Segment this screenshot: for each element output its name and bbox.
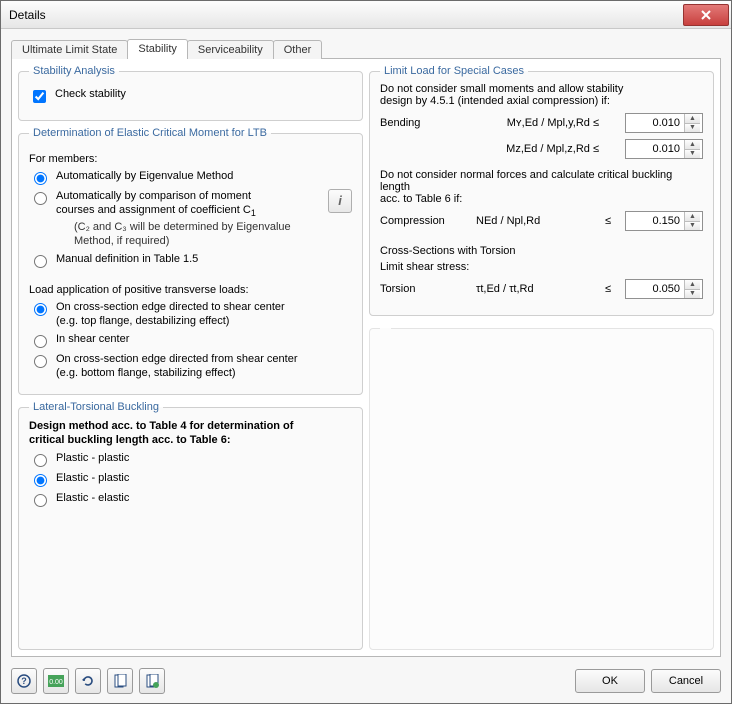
radio-elastic-plastic[interactable]: [34, 474, 47, 487]
limit-note-bending: Do not consider small moments and allow …: [380, 83, 703, 107]
leq-label: ≤: [605, 283, 619, 295]
torsion-label: Torsion: [380, 283, 470, 295]
group-legend: Limit Load for Special Cases: [380, 65, 528, 77]
radio-auto-comparison[interactable]: [34, 192, 47, 205]
tab-ultimate-limit-state[interactable]: Ultimate Limit State: [11, 40, 128, 59]
torsion-value[interactable]: [626, 280, 684, 298]
tab-other[interactable]: Other: [273, 40, 323, 59]
check-stability-checkbox[interactable]: [33, 90, 46, 103]
radio-auto-eigenvalue-label[interactable]: Automatically by Eigenvalue Method: [56, 169, 233, 183]
tab-strip: Ultimate Limit State Stability Serviceab…: [11, 37, 721, 59]
bending-y-value[interactable]: [626, 114, 684, 132]
group-legend: Determination of Elastic Critical Moment…: [29, 127, 271, 139]
spin-up[interactable]: ▲: [685, 114, 700, 124]
info-icon: i: [338, 194, 342, 208]
load-application-label: Load application of positive transverse …: [29, 284, 352, 296]
radio-in-shear-center-label[interactable]: In shear center: [56, 332, 129, 346]
close-button[interactable]: [683, 4, 729, 26]
radio-edge-to-shear-center-label[interactable]: On cross-section edge directed to shear …: [56, 300, 285, 328]
radio-in-shear-center[interactable]: [34, 335, 47, 348]
tab-page-stability: Stability Analysis Check stability Deter…: [11, 59, 721, 657]
group-stability-analysis: Stability Analysis Check stability: [18, 65, 363, 121]
radio-plastic-plastic-label[interactable]: Plastic - plastic: [56, 451, 129, 465]
ok-button[interactable]: OK: [575, 669, 645, 693]
bending-y-spinner[interactable]: ▲▼: [625, 113, 703, 133]
document-icon: [113, 674, 127, 688]
reset-button[interactable]: [75, 668, 101, 694]
radio-elastic-elastic-label[interactable]: Elastic - elastic: [56, 491, 129, 505]
leq-label: ≤: [605, 215, 619, 227]
group-limit-load: Limit Load for Special Cases Do not cons…: [369, 65, 714, 316]
radio-plastic-plastic[interactable]: [34, 454, 47, 467]
torsion-note: Limit shear stress:: [380, 261, 703, 273]
spin-down[interactable]: ▼: [685, 124, 700, 133]
bending-ratio-y-label: Mʏ,Ed / Mpl,y,Rd ≤: [476, 117, 599, 129]
bending-label: Bending: [380, 117, 470, 129]
window-title: Details: [9, 8, 46, 22]
compression-value[interactable]: [626, 212, 684, 230]
spin-down[interactable]: ▼: [685, 290, 700, 299]
info-button[interactable]: i: [328, 189, 352, 213]
right-column: Limit Load for Special Cases Do not cons…: [369, 65, 714, 650]
svg-text:?: ?: [21, 676, 27, 686]
radio-elastic-elastic[interactable]: [34, 494, 47, 507]
tab-serviceability[interactable]: Serviceability: [187, 40, 274, 59]
spin-up[interactable]: ▲: [685, 140, 700, 150]
group-lateral-torsional-buckling: Lateral-Torsional Buckling Design method…: [18, 401, 363, 650]
left-column: Stability Analysis Check stability Deter…: [18, 65, 363, 650]
tab-stability[interactable]: Stability: [127, 39, 188, 59]
title-bar: Details: [1, 1, 731, 29]
group-empty-placeholder: .: [369, 322, 714, 650]
design-method-header: Design method acc. to Table 4 for determ…: [29, 419, 352, 447]
for-members-label: For members:: [29, 153, 352, 165]
standard-1-button[interactable]: [107, 668, 133, 694]
help-icon: ?: [17, 674, 31, 688]
help-button[interactable]: ?: [11, 668, 37, 694]
group-elastic-critical-moment: Determination of Elastic Critical Moment…: [18, 127, 363, 395]
radio-manual-definition[interactable]: [34, 255, 47, 268]
radio-auto-eigenvalue[interactable]: [34, 172, 47, 185]
compression-spinner[interactable]: ▲▼: [625, 211, 703, 231]
content-area: Ultimate Limit State Stability Serviceab…: [1, 29, 731, 665]
decimal-icon: 0.00: [48, 675, 64, 687]
compression-label: Compression: [380, 215, 470, 227]
document-check-icon: [145, 674, 159, 688]
bending-z-spinner[interactable]: ▲▼: [625, 139, 703, 159]
group-legend: Stability Analysis: [29, 65, 119, 77]
bending-ratio-z-label: Mᴢ,Ed / Mpl,z,Rd ≤: [476, 143, 599, 155]
standard-2-button[interactable]: [139, 668, 165, 694]
limit-note-compression: Do not consider normal forces and calcul…: [380, 169, 703, 205]
dialog-window: Details Ultimate Limit State Stability S…: [0, 0, 732, 704]
spin-down[interactable]: ▼: [685, 222, 700, 231]
close-icon: [700, 9, 712, 21]
cancel-button[interactable]: Cancel: [651, 669, 721, 693]
check-stability-label[interactable]: Check stability: [55, 87, 126, 101]
spin-down[interactable]: ▼: [685, 150, 700, 159]
group-legend: Lateral-Torsional Buckling: [29, 401, 163, 413]
torsion-ratio-label: τt,Ed / τt,Rd: [476, 283, 599, 295]
compression-ratio-label: NEd / Npl,Rd: [476, 215, 599, 227]
radio-edge-from-shear-center[interactable]: [34, 355, 47, 368]
units-button[interactable]: 0.00: [43, 668, 69, 694]
torsion-spinner[interactable]: ▲▼: [625, 279, 703, 299]
radio-elastic-plastic-label[interactable]: Elastic - plastic: [56, 471, 129, 485]
spin-up[interactable]: ▲: [685, 280, 700, 290]
radio-edge-from-shear-center-label[interactable]: On cross-section edge directed from shea…: [56, 352, 298, 380]
svg-text:0.00: 0.00: [49, 679, 63, 686]
bending-z-value[interactable]: [626, 140, 684, 158]
reset-icon: [81, 674, 95, 688]
torsion-header: Cross-Sections with Torsion: [380, 245, 703, 257]
radio-edge-to-shear-center[interactable]: [34, 303, 47, 316]
radio-auto-comparison-label[interactable]: Automatically by comparison of moment co…: [56, 189, 291, 248]
spin-up[interactable]: ▲: [685, 212, 700, 222]
radio-manual-definition-label[interactable]: Manual definition in Table 1.5: [56, 252, 198, 266]
dialog-footer: ? 0.00 OK Cancel: [1, 665, 731, 703]
